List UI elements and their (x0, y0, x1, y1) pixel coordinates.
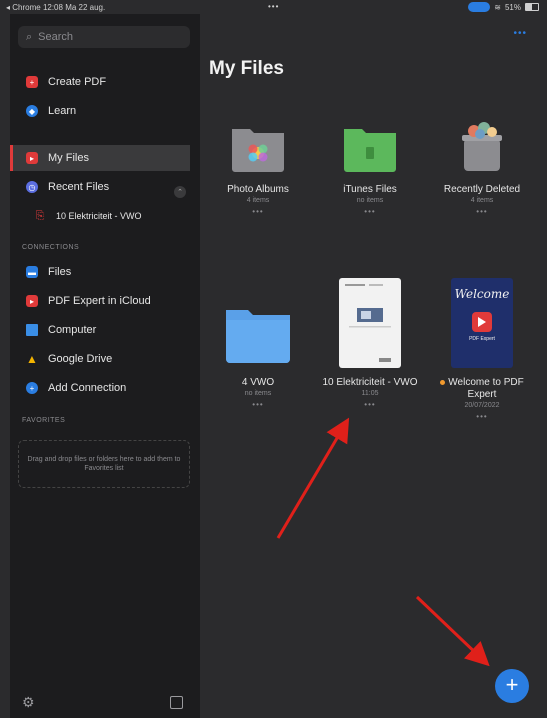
status-bar: ◂ Chrome 12:08 Ma 22 aug. ••• ≋ 51% (0, 0, 547, 14)
tile-more-button[interactable]: ••• (432, 412, 532, 421)
sidebar-item-label: Google Drive (48, 353, 113, 365)
sidebar-item-label: Learn (48, 105, 77, 117)
tile-label: Photo Albums (227, 184, 289, 195)
welcome-cover-subtitle: PDF Expert (469, 336, 495, 342)
computer-icon (26, 324, 38, 336)
welcome-cover-title: Welcome (455, 287, 510, 301)
tile-itunes-files[interactable]: iTunes Files no items ••• (320, 115, 420, 216)
tile-label: 4 VWO (241, 377, 275, 388)
settings-gear-icon[interactable]: ⚙ (22, 694, 35, 711)
sidebar-item-add-connection[interactable]: + Add Connection (10, 375, 190, 401)
favorites-header: FAVORITES (22, 417, 66, 424)
sidebar-item-my-files[interactable]: ▸ My Files (10, 145, 190, 171)
sidebar: ⌕ + Create PDF ◆ Learn ▸ My Files ◷ Rece… (10, 14, 200, 718)
sidebar-item-label: 10 Elektriciteit - VWO (56, 211, 142, 221)
add-fab-button[interactable]: + (495, 669, 529, 703)
status-right: ≋ 51% (468, 2, 539, 12)
sidebar-item-pdf-expert-icloud[interactable]: ▸ PDF Expert in iCloud (10, 288, 190, 314)
trash-icon (462, 122, 502, 171)
search-icon: ⌕ (26, 30, 33, 43)
page-title: My Files (209, 58, 284, 79)
tile-4-vwo[interactable]: 4 VWO no items ••• (208, 282, 308, 409)
sidebar-item-label: My Files (48, 152, 89, 164)
tile-more-button[interactable]: ••• (432, 207, 532, 216)
files-icon: ▬ (26, 266, 38, 278)
sidebar-item-create-pdf[interactable]: + Create PDF (10, 69, 190, 95)
sidebar-item-files[interactable]: ▬ Files (10, 259, 190, 285)
more-options-button[interactable]: ••• (513, 28, 527, 39)
connections-header: CONNECTIONS (22, 244, 80, 251)
sidebar-item-computer[interactable]: Computer (10, 317, 190, 343)
battery-percent: 51% (504, 2, 521, 12)
tile-recently-deleted[interactable]: Recently Deleted 4 items ••• (432, 115, 532, 216)
search-input[interactable] (38, 31, 179, 43)
sidebar-item-recent-file[interactable]: ⎘ 10 Elektriciteit - VWO (10, 203, 190, 229)
sidebar-item-label: Recent Files (48, 181, 110, 193)
sidebar-item-recent-files[interactable]: ◷ Recent Files (10, 174, 190, 200)
sidebar-item-learn[interactable]: ◆ Learn (10, 98, 190, 124)
collapse-recent-button[interactable]: ⌃ (174, 186, 186, 198)
tile-10-elektriciteit[interactable]: 10 Elektriciteit - VWO 11:05 ••• (320, 276, 420, 409)
status-time: 12:08 (42, 3, 63, 12)
my-files-icon: ▸ (26, 152, 38, 164)
tile-label: 10 Elektriciteit - VWO (322, 377, 418, 388)
back-to-app-link[interactable]: ◂ Chrome (6, 3, 41, 12)
tile-subtitle: 20/07/2022 (464, 402, 500, 409)
favorites-drop-zone[interactable]: Drag and drop files or folders here to a… (18, 440, 190, 488)
tile-label: Recently Deleted (443, 184, 521, 195)
status-left[interactable]: ◂ Chrome 12:08 Ma 22 aug. (6, 3, 105, 12)
folder-icon (226, 310, 290, 363)
pdf-expert-icon: ▸ (26, 295, 38, 307)
main-content: ••• My Files Photo Albums 4 items ••• iT… (200, 14, 547, 718)
tile-label-text: Welcome to PDF Expert (448, 377, 524, 400)
tile-subtitle: no items (244, 390, 272, 397)
tile-more-button[interactable]: ••• (320, 400, 420, 409)
multitask-dots[interactable]: ••• (268, 2, 279, 11)
unread-dot (440, 379, 446, 385)
tile-label: iTunes Files (343, 184, 397, 195)
battery-icon (525, 3, 539, 11)
sidebar-item-label: PDF Expert in iCloud (48, 295, 151, 307)
search-field[interactable]: ⌕ (18, 26, 190, 48)
clock-icon: ◷ (26, 181, 38, 193)
tile-label: Welcome to PDF Expert (432, 377, 532, 401)
sidebar-item-label: Files (48, 266, 72, 278)
sidebar-item-google-drive[interactable]: ▲ Google Drive (10, 346, 190, 372)
tile-subtitle: 11:05 (361, 390, 379, 397)
tile-more-button[interactable]: ••• (208, 207, 308, 216)
tile-welcome-pdf-expert[interactable]: Welcome PDF Expert Welcome to PDF Expert… (432, 276, 532, 421)
photos-folder-icon (232, 129, 284, 172)
sidebar-item-label: Computer (48, 324, 97, 336)
learn-icon: ◆ (26, 105, 38, 117)
sidebar-item-label: Create PDF (48, 76, 107, 88)
wifi-icon: ≋ (494, 2, 501, 12)
pdf-file-icon: ⎘ (35, 209, 45, 222)
tile-subtitle: 4 items (470, 197, 494, 204)
chevron-up-icon: ⌃ (177, 189, 183, 196)
screen-mirroring-icon (468, 2, 491, 12)
tile-subtitle: no items (356, 197, 384, 204)
itunes-folder-icon (344, 129, 396, 172)
tile-more-button[interactable]: ••• (208, 400, 308, 409)
status-date: Ma 22 aug. (65, 3, 106, 12)
plus-icon: + (26, 382, 38, 394)
sidebar-item-label: Add Connection (48, 382, 127, 394)
toggle-sidebar-icon[interactable] (170, 696, 183, 709)
google-drive-icon: ▲ (26, 352, 38, 366)
document-thumbnail (339, 278, 401, 368)
welcome-cover-thumbnail: Welcome PDF Expert (451, 278, 513, 368)
tile-subtitle: 4 items (246, 197, 270, 204)
tile-more-button[interactable]: ••• (320, 207, 420, 216)
create-pdf-icon: + (26, 76, 38, 88)
tile-photo-albums[interactable]: Photo Albums 4 items ••• (208, 115, 308, 216)
